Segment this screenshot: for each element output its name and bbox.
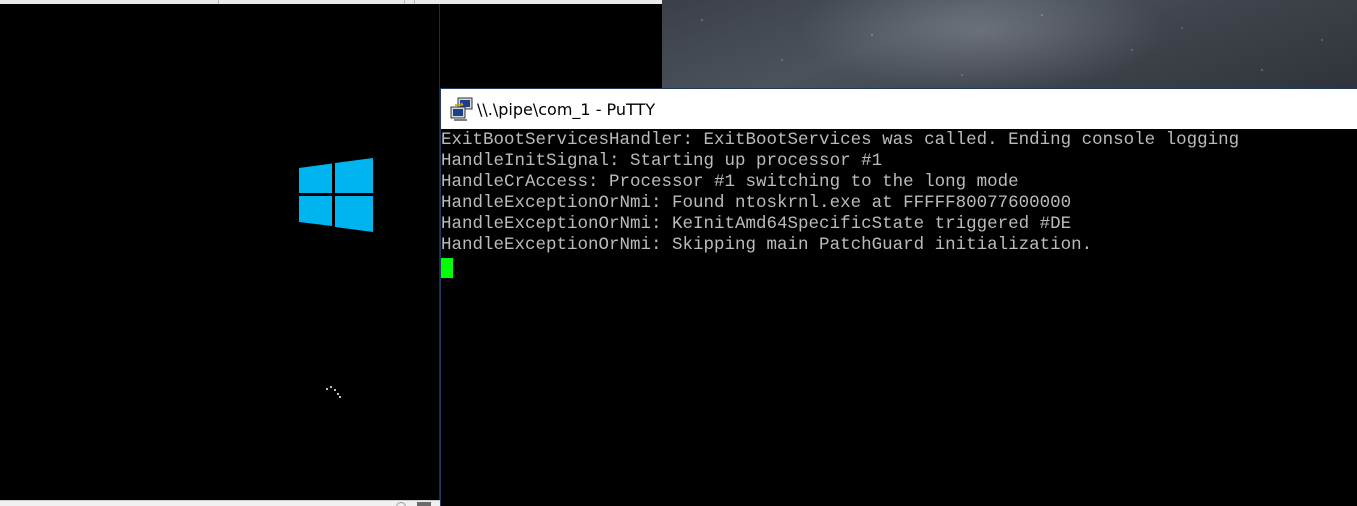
boot-spinner-icon — [322, 382, 344, 400]
windows-logo-pane-top-left — [299, 163, 332, 193]
putty-icon — [450, 97, 473, 121]
vm-status-icon — [396, 502, 406, 506]
terminal-line: HandleCrAccess: Processor #1 switching t… — [441, 172, 1019, 192]
windows-logo-pane-bottom-right — [335, 196, 373, 232]
windows-logo-pane-top-right — [335, 158, 373, 193]
windows-logo-icon — [299, 158, 373, 232]
vm-status-bar — [0, 500, 440, 506]
desktop-wallpaper — [662, 0, 1357, 100]
putty-window[interactable]: \\.\pipe\com_1 - PuTTY ExitBootServicesH… — [440, 88, 1357, 506]
terminal-line: HandleExceptionOrNmi: Skipping main Patc… — [441, 235, 1093, 255]
vm-status-indicator — [417, 502, 431, 506]
windows-logo-pane-bottom-left — [299, 196, 332, 226]
putty-window-title: \\.\pipe\com_1 - PuTTY — [477, 99, 656, 119]
terminal-line: HandleExceptionOrNmi: Found ntoskrnl.exe… — [441, 193, 1072, 213]
terminal-cursor — [441, 258, 453, 278]
vm-display[interactable] — [0, 4, 440, 500]
terminal-output[interactable]: ExitBootServicesHandler: ExitBootService… — [441, 129, 1357, 506]
terminal-line: HandleInitSignal: Starting up processor … — [441, 151, 883, 171]
terminal-line: ExitBootServicesHandler: ExitBootService… — [441, 130, 1240, 150]
putty-titlebar[interactable]: \\.\pipe\com_1 - PuTTY — [441, 89, 1357, 129]
terminal-line: HandleExceptionOrNmi: KeInitAmd64Specifi… — [441, 214, 1072, 234]
